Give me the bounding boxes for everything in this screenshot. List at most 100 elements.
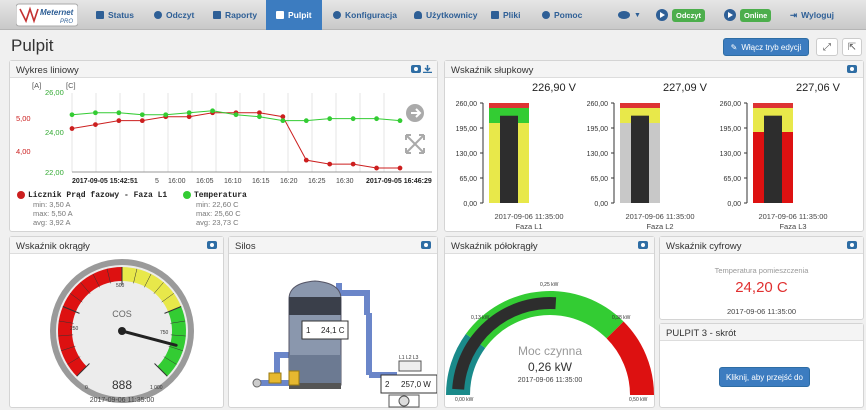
digital-label: Temperatura pomieszczenia: [714, 266, 809, 275]
data-point: [374, 116, 379, 122]
shortcut-panel: PULPIT 3 - skrót Kliknij, aby przejść do: [659, 323, 864, 408]
bar-tick: 195,00: [587, 126, 609, 133]
x-start-label: 2017-09-05 15:42:51: [72, 178, 138, 185]
online-status-toggle[interactable]: Online: [724, 0, 772, 30]
bar-gauge: 260,00 195,00 130,00 65,00 0,00: [456, 101, 529, 208]
silos-diagram: 1 24,1 C 2 257,0 W L1 L2 L3: [252, 280, 437, 408]
data-point: [303, 118, 309, 124]
y1-tick: 4,00: [16, 147, 31, 156]
x-tick: 16:30: [336, 178, 354, 185]
data-point: [350, 116, 356, 122]
svg-text:24,1 C: 24,1 C: [321, 326, 345, 335]
svg-text:PRO: PRO: [60, 19, 73, 25]
line-chart[interactable]: [A] [C] 5,00 4,00 26,00 24,00 22,00 2017…: [10, 79, 437, 189]
camera-icon[interactable]: [847, 65, 857, 73]
y2-tick: 22,00: [45, 168, 64, 177]
nav-konfiguracja[interactable]: Konfiguracja: [333, 0, 397, 30]
data-point: [374, 165, 379, 171]
bar-footer: 2017-09-06 11:35:00 Faza L1: [484, 212, 574, 232]
x-tick: 16:05: [196, 178, 214, 185]
camera-icon[interactable]: [207, 241, 217, 249]
edit-mode-button[interactable]: ✎ Włącz tryb edycji: [723, 38, 809, 56]
user-icon: [414, 11, 422, 19]
data-point: [186, 110, 192, 116]
gauge-tick: 0,38 kW: [612, 315, 631, 321]
series-dot: [17, 191, 25, 200]
camera-icon[interactable]: [847, 241, 857, 249]
nav-uzytkownicy[interactable]: Użytkownicy: [414, 0, 478, 30]
legend-series2[interactable]: Temperatura min: 22,60 C max: 25,60 C av…: [183, 190, 247, 227]
svg-text:1: 1: [306, 326, 311, 335]
x-tick: 16:20: [280, 178, 298, 185]
bar-value-label: 227,09 V: [662, 82, 708, 94]
folder-icon: [491, 11, 499, 19]
edit-icon: ✎: [730, 42, 738, 52]
odczyt-badge: Odczyt: [672, 8, 706, 22]
bar-tick: 0,00: [594, 201, 608, 208]
camera-icon[interactable]: [411, 65, 421, 73]
camera-icon[interactable]: [638, 241, 648, 249]
bar-value-label: 226,90 V: [531, 82, 577, 94]
bar-tick: 260,00: [587, 101, 609, 108]
meternet-logo[interactable]: Meternet PRO: [16, 3, 78, 27]
bar-tick: 0,00: [463, 201, 477, 208]
legend-series1[interactable]: Licznik Prąd fazowy - Faza L1 min: 3,50 …: [17, 190, 167, 227]
nav-status[interactable]: Status: [96, 0, 134, 30]
data-point: [350, 161, 356, 167]
bar-tick: 195,00: [456, 126, 478, 133]
data-point: [233, 112, 239, 118]
open-external-button[interactable]: ⇱: [842, 38, 862, 56]
bar-tick: 130,00: [456, 151, 478, 158]
gauge-tick: 1 000: [150, 385, 163, 391]
semi-gauge: 0,25 kW 0,13 kW 0,38 kW 0,00 kW 0,50 kW …: [446, 282, 654, 403]
odczyt-status-toggle[interactable]: Odczyt: [656, 0, 706, 30]
camera-icon[interactable]: [421, 241, 431, 249]
bar-timestamp: 2017-09-06 11:35:00: [758, 212, 828, 221]
bar-phase-name: Faza L1: [515, 222, 543, 231]
go-to-dashboard-button[interactable]: Kliknij, aby przejść do: [719, 367, 810, 387]
chart-next-icon[interactable]: [406, 104, 424, 122]
x-tick: 16:25: [308, 178, 326, 185]
external-link-icon: ⇱: [847, 41, 857, 53]
data-point: [69, 112, 75, 118]
gauge-tick: 0,13 kW: [471, 315, 490, 321]
data-point: [139, 118, 145, 124]
gear-icon: [333, 11, 341, 19]
svg-text:2: 2: [385, 380, 390, 389]
download-icon[interactable]: [423, 65, 432, 73]
bar-tick: 0,00: [727, 201, 741, 208]
rocket-icon: [724, 9, 736, 21]
fullscreen-button[interactable]: ⤢: [816, 38, 838, 56]
top-navbar: Meternet PRO Status Odczyt Raporty Pulpi…: [0, 0, 866, 30]
nav-pulpit[interactable]: Pulpit: [266, 0, 322, 30]
x-end-label: 2017-09-05 16:46:29: [366, 178, 432, 185]
gauge-timestamp: 2017-09-06 11:35:00: [518, 377, 583, 384]
nav-pliki[interactable]: Pliki: [491, 0, 520, 30]
bar-tick: 130,00: [587, 151, 609, 158]
line-chart-panel: Wykres liniowy [A] [C] 5,00 4,00 26,00 2…: [9, 60, 438, 232]
digital-timestamp: 2017-09-06 11:35:00: [726, 307, 797, 316]
data-point: [163, 112, 169, 118]
bar-indicator-panel: Wskaźnik słupkowy 226,90 V 260,00 195,00 13…: [444, 60, 864, 232]
data-point: [327, 116, 333, 122]
bar-chart-icon: [213, 11, 221, 19]
play-icon: [656, 9, 668, 21]
data-point: [210, 108, 215, 114]
chart-expand-icon[interactable]: [405, 134, 425, 154]
settings-dropdown[interactable]: ▼: [618, 0, 641, 30]
bar-timestamp: 2017-09-06 11:35:00: [625, 212, 695, 221]
logout-link[interactable]: ⇥ Wyloguj: [790, 0, 834, 30]
page-title: Pulpit: [11, 36, 54, 55]
nav-pomoc[interactable]: Pomoc: [542, 0, 582, 30]
gauge-tick: 250: [70, 326, 79, 332]
online-badge: Online: [740, 8, 772, 22]
x-tick: 16:10: [224, 178, 242, 185]
data-point: [93, 122, 98, 127]
y2-tick: 26,00: [45, 88, 64, 97]
nav-odczyt[interactable]: Odczyt: [154, 0, 194, 30]
bar-phase-name: Faza L3: [779, 222, 807, 231]
bar-tick: 65,00: [590, 176, 608, 183]
round-gauge: COS 0 250 500 750 1 000 888 2017-09-06 1…: [50, 259, 194, 404]
nav-raporty[interactable]: Raporty: [213, 0, 257, 30]
x-tick: 5: [155, 178, 159, 185]
